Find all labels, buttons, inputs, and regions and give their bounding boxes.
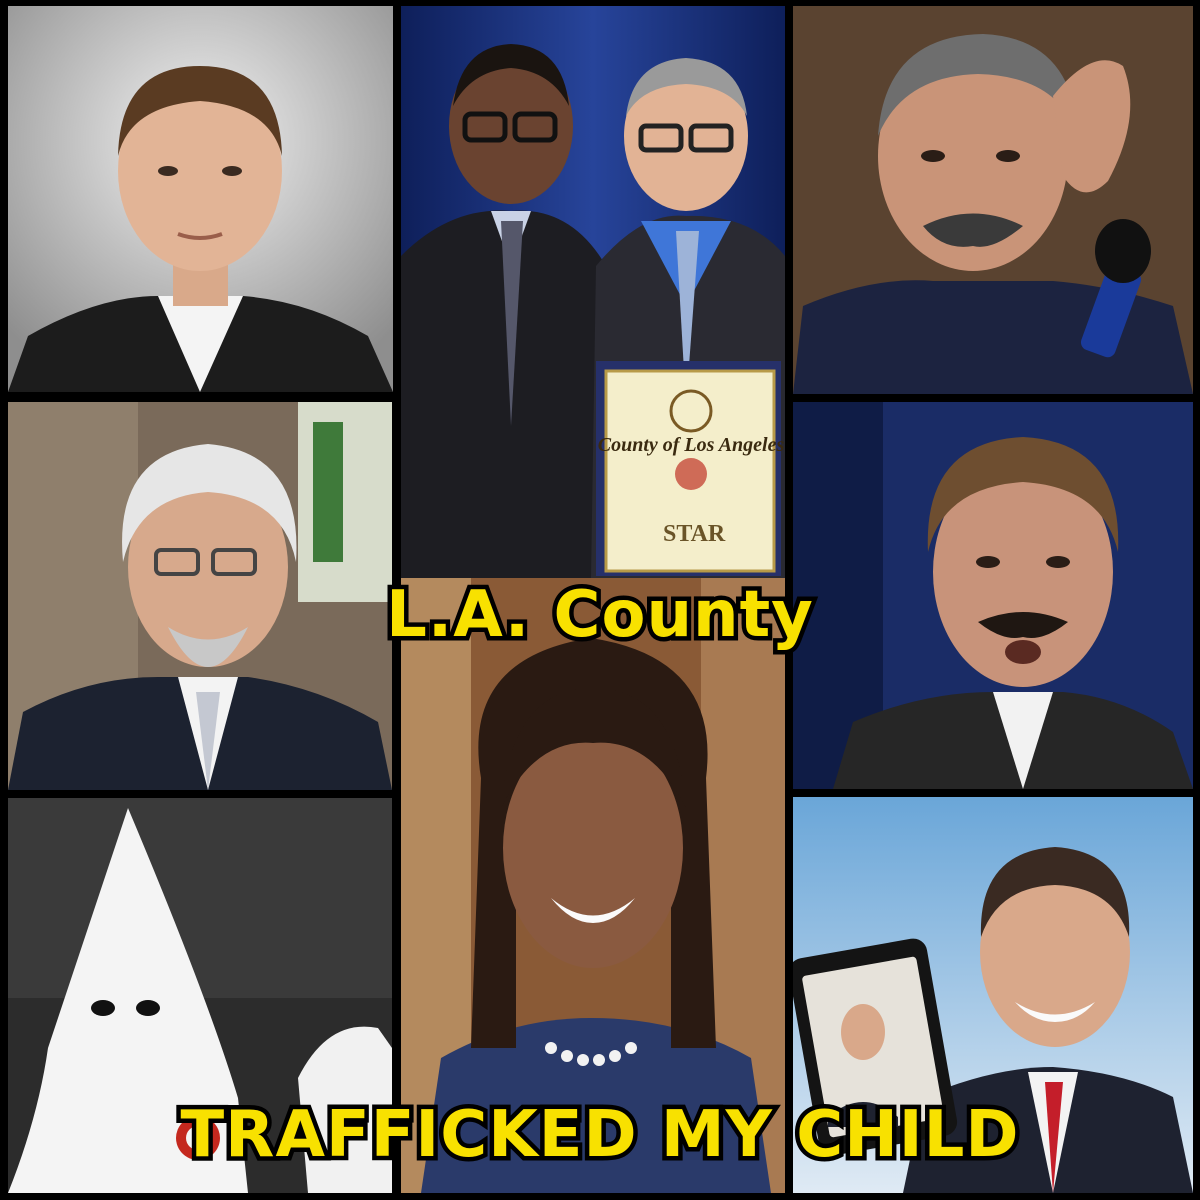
portrait-illustration [793, 6, 1193, 394]
photo-man-dark-suit [8, 6, 393, 392]
photo-two-men-certificate: County of Los Angeles STAR [401, 6, 785, 578]
caption-top: L.A. County [382, 574, 818, 657]
group-illustration: County of Los Angeles STAR [401, 6, 785, 578]
certificate-subheading: STAR [663, 521, 726, 547]
portrait-illustration [8, 6, 393, 392]
photo-police-chief-microphone [793, 6, 1193, 394]
caption-bottom: TRAFFICKED MY CHILD [176, 1094, 1023, 1177]
certificate-heading: County of Los Angeles [598, 434, 785, 456]
